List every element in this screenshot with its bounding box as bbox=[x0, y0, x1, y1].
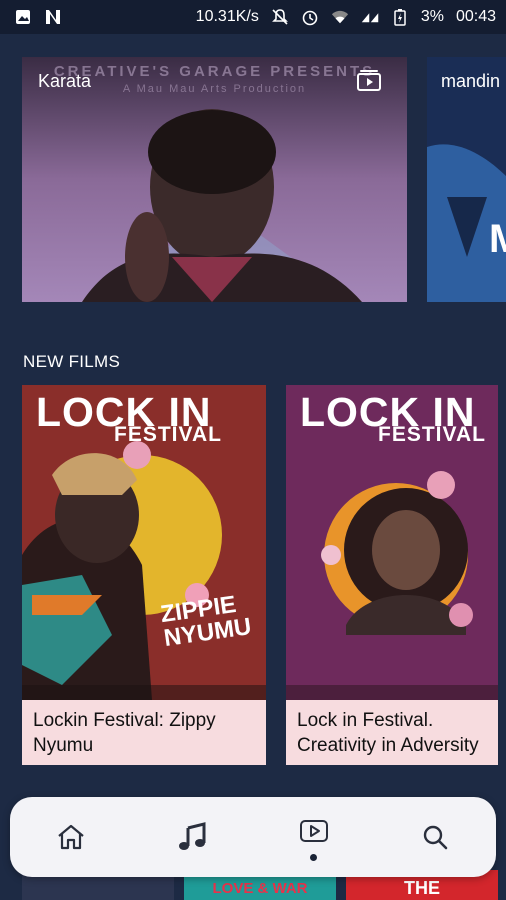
status-bar: 10.31K/s 3% 00:43 bbox=[0, 0, 506, 34]
featured-poster-image-2: M bbox=[427, 57, 506, 302]
video-icon bbox=[299, 820, 328, 842]
battery-icon bbox=[391, 8, 409, 26]
status-left bbox=[14, 8, 62, 26]
nav-music[interactable] bbox=[162, 807, 222, 867]
nav-video[interactable] bbox=[284, 807, 344, 867]
film-card[interactable]: LOCK IN FESTIVAL Lock in Festival. Creat… bbox=[286, 385, 498, 765]
mute-icon bbox=[271, 8, 289, 26]
svg-text:M: M bbox=[489, 217, 506, 261]
featured-title-2: mandin bbox=[441, 71, 501, 91]
network-speed: 10.31K/s bbox=[195, 8, 259, 25]
poster-subtitle: FESTIVAL bbox=[114, 423, 222, 446]
status-right: 10.31K/s 3% 00:43 bbox=[196, 8, 496, 26]
film-caption: Lockin Festival: Zippy Nyumu bbox=[22, 700, 266, 765]
active-indicator bbox=[310, 854, 318, 861]
wifi-icon bbox=[331, 8, 349, 26]
signal-icon bbox=[361, 8, 379, 26]
featured-carousel[interactable]: CREATIVE'S GARAGE PRESENTS A Mau Mau Art… bbox=[22, 57, 506, 302]
alarm-icon bbox=[301, 8, 319, 26]
poster-subtitle: FESTIVAL bbox=[378, 423, 486, 446]
featured-title: Karata bbox=[38, 71, 92, 91]
bottom-navigation bbox=[10, 797, 496, 877]
home-icon bbox=[58, 824, 84, 850]
n-app-icon bbox=[44, 8, 62, 26]
nav-home[interactable] bbox=[41, 807, 101, 867]
music-icon bbox=[179, 822, 206, 850]
clock: 00:43 bbox=[455, 8, 496, 25]
new-films-carousel[interactable]: LOCK IN FESTIVAL ZIPPIE NYUMU Lockin Fes… bbox=[22, 385, 498, 765]
gallery-icon bbox=[14, 8, 32, 26]
featured-card-karata[interactable]: CREATIVE'S GARAGE PRESENTS A Mau Mau Art… bbox=[22, 57, 407, 302]
battery-percent: 3% bbox=[420, 8, 444, 25]
nav-search[interactable] bbox=[405, 807, 465, 867]
film-card[interactable]: LOCK IN FESTIVAL ZIPPIE NYUMU Lockin Fes… bbox=[22, 385, 266, 765]
search-icon bbox=[424, 825, 448, 850]
section-title-new-films: NEW FILMS bbox=[23, 352, 121, 371]
film-caption: Lock in Festival. Creativity in Adversit… bbox=[286, 700, 498, 765]
play-video-icon[interactable] bbox=[357, 69, 381, 91]
featured-card-mandin[interactable]: M mandin bbox=[427, 57, 506, 302]
